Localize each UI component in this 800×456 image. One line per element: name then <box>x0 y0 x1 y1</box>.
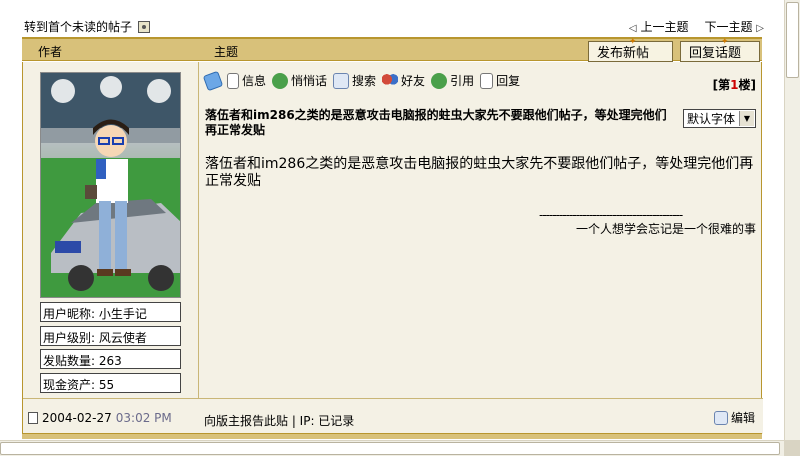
post-footer: 2004-02-27 03:02 PM 向版主报告此贴 | IP: 已记录 编辑 <box>23 398 763 434</box>
reply-label: 回复 <box>496 74 521 88</box>
floor-prefix: [第 <box>712 78 731 92</box>
font-select[interactable]: 默认字体 ▼ <box>683 109 756 128</box>
top-nav: 转到首个未读的帖子 ◁ 上一主题 下一主题 ▷ <box>24 16 764 36</box>
post-date: 2004-02-27 03:02 PM <box>28 411 172 425</box>
post-toolbar: 信息 悄悄话 搜索 好友 引用 回复 <box>202 70 520 91</box>
thread-header: 作者 主题 ✦ 发布新帖 ✦ 回复话题 <box>22 37 762 62</box>
post-new-button[interactable]: ✦ 发布新帖 <box>588 37 673 62</box>
post-title: 落伍者和im286之类的是恶意攻击电脑报的蛀虫大家先不要跟他们帖子，等处理完他们… <box>205 108 667 137</box>
post-new-label: 发布新帖 <box>597 46 650 61</box>
spark-icon: ✦ <box>629 37 637 47</box>
chevron-down-icon[interactable]: ▼ <box>739 111 754 126</box>
info-label: 信息 <box>242 74 267 88</box>
reply-button[interactable]: 回复 <box>480 72 520 89</box>
next-topic-label: 下一主题 <box>704 20 753 34</box>
info-button[interactable]: 信息 <box>227 72 266 89</box>
reply-topic-button[interactable]: ✦ 回复话题 <box>680 37 760 62</box>
post-bottom-border <box>22 433 762 439</box>
font-select-value: 默认字体 <box>687 112 736 126</box>
post-time-value: 03:02 PM <box>115 411 172 425</box>
search-icon <box>333 72 350 89</box>
document-icon <box>28 412 38 424</box>
author-panel: 用户昵称: 小生手记 用户级别: 风云使者 发贴数量: 263 现金资产: 55 <box>23 62 199 398</box>
topic-nav: ◁ 上一主题 下一主题 ▷ <box>629 18 764 35</box>
floor-num: 1 <box>730 78 739 92</box>
reply-icon <box>480 72 494 89</box>
reply-topic-label: 回复话题 <box>689 46 742 61</box>
topic-column-header: 主题 <box>214 45 239 59</box>
vertical-scroll-thumb[interactable] <box>786 2 799 78</box>
first-unread-link[interactable]: 转到首个未读的帖子 <box>24 18 132 35</box>
post: 用户昵称: 小生手记 用户级别: 风云使者 发贴数量: 263 现金资产: 55… <box>22 62 763 434</box>
scrollbar-corner <box>784 440 800 456</box>
goto-icon[interactable] <box>138 20 151 33</box>
avatar <box>40 72 181 298</box>
friend-label: 好友 <box>401 74 426 88</box>
first-unread-area: 转到首个未读的帖子 <box>24 18 151 35</box>
document-icon <box>227 72 239 89</box>
signature: 一个人想学会忘记是一个很难的事 <box>575 222 756 236</box>
horizontal-scroll-thumb[interactable] <box>0 442 780 455</box>
report-link[interactable]: 向版主报告此贴 | IP: 已记录 <box>204 412 354 429</box>
message-icon <box>272 72 289 89</box>
floor-suffix: 楼] <box>738 78 757 92</box>
friends-icon <box>382 72 399 89</box>
whisper-label: 悄悄话 <box>291 74 328 88</box>
search-label: 搜索 <box>352 74 377 88</box>
post-content: 信息 悄悄话 搜索 好友 引用 回复 [第1楼] 落伍者和im286之类的是恶意… <box>200 62 762 398</box>
quote-icon <box>431 72 448 89</box>
prev-topic-label: 上一主题 <box>640 20 689 34</box>
quote-button[interactable]: 引用 <box>431 72 474 89</box>
horizontal-scrollbar[interactable] <box>0 440 784 456</box>
post-status-icon <box>202 70 224 91</box>
edit-button[interactable]: 编辑 <box>713 409 755 426</box>
author-nickname: 用户昵称: 小生手记 <box>40 302 181 322</box>
search-button[interactable]: 搜索 <box>333 72 376 89</box>
vertical-scrollbar[interactable] <box>784 0 800 440</box>
edit-label: 编辑 <box>730 411 755 425</box>
author-cash: 现金资产: 55 <box>40 373 181 393</box>
author-column-header: 作者 <box>38 45 63 59</box>
post-body: 落伍者和im286之类的是恶意攻击电脑报的蛀虫大家先不要跟他们帖子，等处理完他们… <box>205 156 754 189</box>
whisper-button[interactable]: 悄悄话 <box>272 72 327 89</box>
triangle-right-icon: ▷ <box>756 23 764 34</box>
floor-number: [第1楼] <box>713 76 756 93</box>
friend-button[interactable]: 好友 <box>382 72 425 89</box>
next-topic-link[interactable]: 下一主题 ▷ <box>704 18 764 35</box>
triangle-left-icon: ◁ <box>628 23 637 34</box>
post-date-value: 2004-02-27 <box>42 411 112 425</box>
author-level: 用户级别: 风云使者 <box>40 326 181 346</box>
prev-topic-link[interactable]: ◁ 上一主题 <box>629 18 689 35</box>
author-post-count: 发贴数量: 263 <box>40 349 181 369</box>
quote-label: 引用 <box>450 74 475 88</box>
edit-icon <box>713 410 728 425</box>
spark-icon: ✦ <box>721 37 729 47</box>
